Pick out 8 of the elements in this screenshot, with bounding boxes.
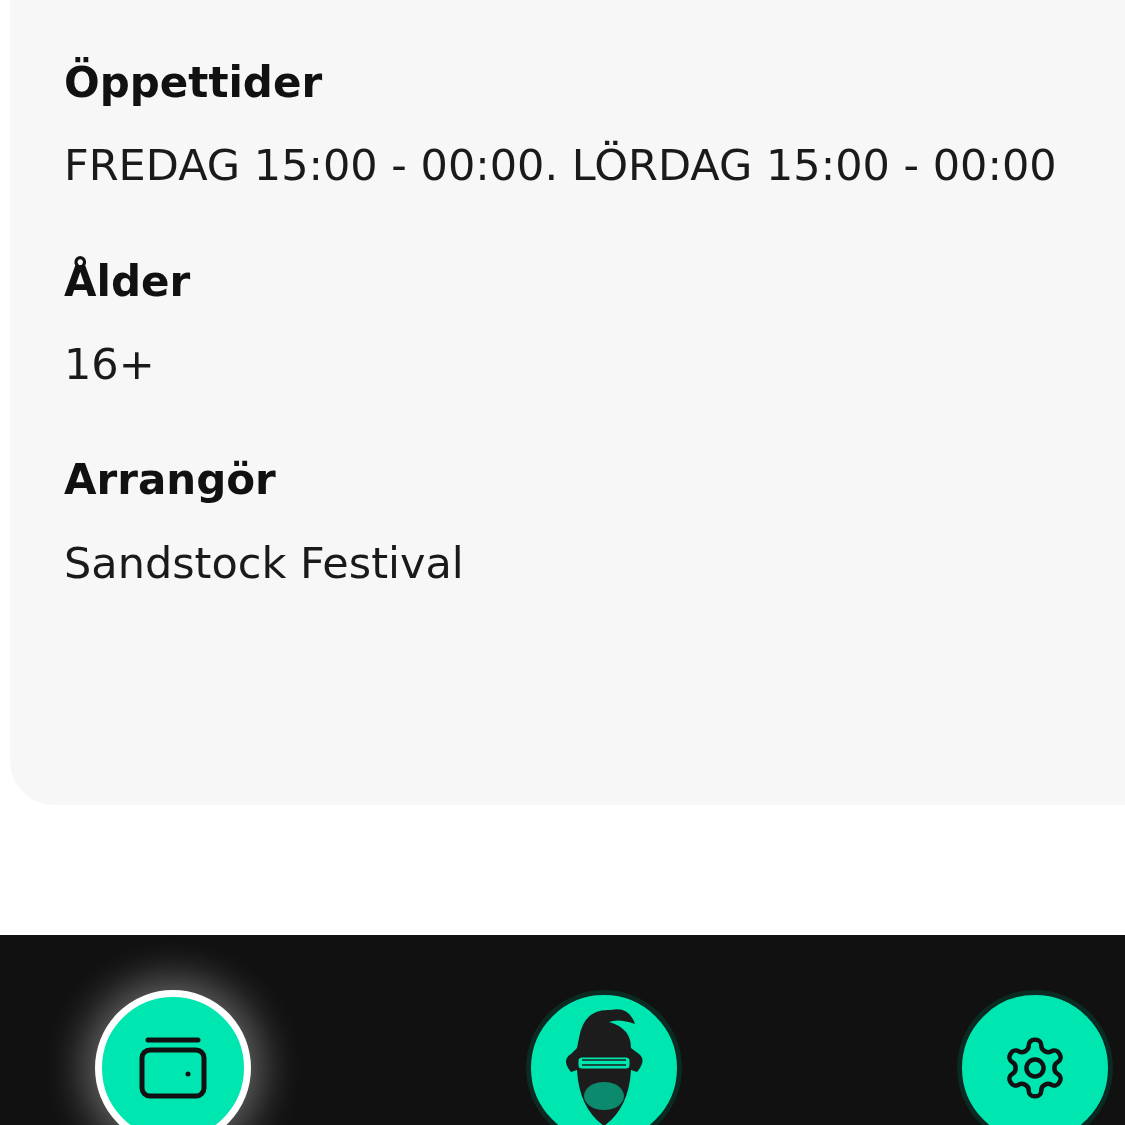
wallet-icon xyxy=(138,1036,208,1100)
section-value: Sandstock Festival xyxy=(64,536,465,590)
wallet-button[interactable] xyxy=(95,990,251,1125)
section-value: FREDAG 15:00 - 00:00. LÖRDAG 15:00 - 00:00 xyxy=(64,139,1058,193)
section-heading: Arrangör xyxy=(64,455,277,506)
section-value: 16+ xyxy=(64,338,156,392)
section-heading: Öppettider xyxy=(64,58,324,109)
section-heading: Ålder xyxy=(64,256,192,308)
